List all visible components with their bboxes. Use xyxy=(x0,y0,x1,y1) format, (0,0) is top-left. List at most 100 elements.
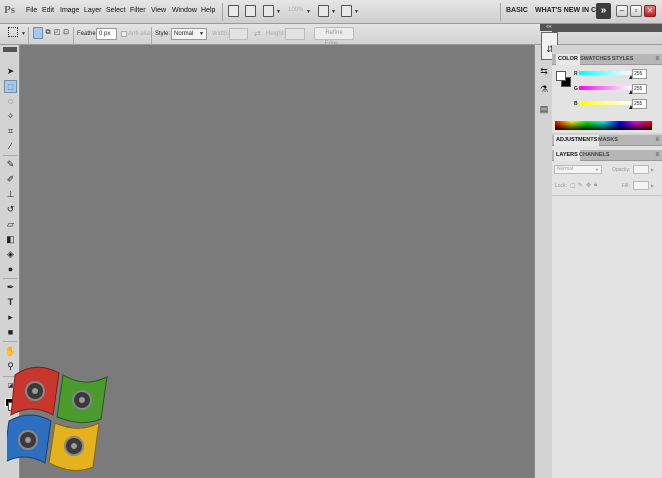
lock-pixels-icon[interactable]: ✎ xyxy=(578,182,583,189)
tab-swatches[interactable]: SWATCHES xyxy=(578,54,613,65)
chevron-down-icon[interactable]: ▼ xyxy=(276,9,281,15)
lock-transparent-icon[interactable]: ▢ xyxy=(570,182,576,189)
anti-alias-checkbox[interactable] xyxy=(121,31,127,37)
hand-tool-icon[interactable]: ✋ xyxy=(4,345,17,358)
intersect-selection-icon[interactable]: ⊡ xyxy=(61,27,71,39)
tab-adjustments[interactable]: ADJUSTMENTS xyxy=(554,135,600,146)
dodge-tool-icon[interactable]: ● xyxy=(4,263,17,276)
menu-edit[interactable]: Edit xyxy=(42,7,54,14)
menu-file[interactable]: File xyxy=(26,7,37,14)
workspace-more-button[interactable]: » xyxy=(596,3,611,19)
restore-button[interactable]: ▫ xyxy=(630,5,642,17)
opacity-input[interactable] xyxy=(633,165,649,174)
tab-masks[interactable]: MASKS xyxy=(596,135,620,146)
opacity-label: Opacity: xyxy=(612,167,631,173)
arrange-documents-icon[interactable] xyxy=(318,5,329,17)
tab-color[interactable]: COLOR xyxy=(556,54,580,65)
menu-image[interactable]: Image xyxy=(60,7,79,14)
crop-tool-icon[interactable]: ⌗ xyxy=(4,125,17,138)
photoshop-logo: Ps xyxy=(4,4,15,16)
clone-stamp-tool-icon[interactable]: ⊥ xyxy=(4,188,17,201)
history-panel-icon[interactable]: ⇆ xyxy=(538,65,550,77)
notes-panel-icon[interactable]: ▤ xyxy=(538,103,550,115)
new-selection-icon[interactable] xyxy=(33,27,43,39)
lock-all-icon[interactable]: 🔒︎ xyxy=(594,182,597,189)
chevron-down-icon[interactable]: ▼ xyxy=(21,31,26,37)
pen-tool-icon[interactable]: ✒ xyxy=(4,281,17,294)
panel-menu-icon[interactable]: ≡ xyxy=(655,56,659,63)
height-input[interactable] xyxy=(285,28,305,40)
tool-preset-icon[interactable] xyxy=(8,27,18,37)
chevron-right-icon[interactable]: ▶ xyxy=(651,167,654,172)
lasso-tool-icon[interactable]: ◌ xyxy=(4,95,17,108)
menu-bar: Ps File Edit Image Layer Select Filter V… xyxy=(0,0,662,24)
style-select[interactable]: Normal ▼ xyxy=(171,28,207,40)
divider xyxy=(552,195,662,196)
tab-layers[interactable]: LAYERS xyxy=(554,150,580,161)
zoom-level[interactable]: 100% xyxy=(288,7,303,13)
eyedropper-tool-icon[interactable]: ⁄ xyxy=(4,140,17,153)
mini-bridge-icon[interactable] xyxy=(245,5,256,17)
launch-bridge-icon[interactable] xyxy=(228,5,239,17)
style-select-value: Normal xyxy=(174,31,194,37)
menu-select[interactable]: Select xyxy=(106,7,125,14)
menu-window[interactable]: Window xyxy=(172,7,197,14)
gradient-tool-icon[interactable]: ◧ xyxy=(4,233,17,246)
menu-filter[interactable]: Filter xyxy=(130,7,146,14)
fill-input[interactable] xyxy=(633,181,649,190)
refine-edge-button[interactable]: Refine Edge... xyxy=(314,27,354,47)
chevron-right-icon[interactable]: ▶ xyxy=(651,183,654,188)
channel-b-slider[interactable] xyxy=(579,101,631,105)
chevron-down-icon[interactable]: ▼ xyxy=(331,9,336,15)
width-label: Width: xyxy=(212,31,230,37)
panel-menu-icon[interactable]: ≡ xyxy=(655,137,659,144)
type-tool-icon[interactable]: T xyxy=(4,296,17,309)
color-spectrum-bar[interactable] xyxy=(555,121,652,130)
menu-layer[interactable]: Layer xyxy=(84,7,102,14)
menu-help[interactable]: Help xyxy=(201,7,215,14)
workspace-whats-new[interactable]: WHAT'S NEW IN CS5 xyxy=(535,7,605,14)
width-input[interactable] xyxy=(229,28,248,40)
color-panel-tabs: COLOR SWATCHES STYLES ≡ xyxy=(552,54,662,65)
tools-panel-header[interactable] xyxy=(3,47,17,52)
blend-mode-select[interactable]: Normal ▼ xyxy=(554,165,602,174)
channel-g-input[interactable]: 255 xyxy=(632,84,647,94)
channel-r-input[interactable]: 255 xyxy=(632,69,647,79)
view-extras-icon[interactable] xyxy=(263,5,274,17)
lock-position-icon[interactable]: ✥ xyxy=(586,182,591,189)
chevron-down-icon[interactable]: ▼ xyxy=(354,9,359,15)
minimize-button[interactable]: – xyxy=(616,5,628,17)
brush-tool-icon[interactable]: ✐ xyxy=(4,173,17,186)
close-button[interactable]: ✕ xyxy=(644,5,656,17)
channel-r-slider[interactable] xyxy=(579,71,631,75)
rectangle-tool-icon[interactable]: ■ xyxy=(4,326,17,339)
feather-input[interactable]: 0 px xyxy=(96,28,117,40)
spot-healing-tool-icon[interactable]: ✎ xyxy=(4,158,17,171)
move-tool-icon[interactable]: ➤ xyxy=(4,65,17,78)
swap-dimensions-icon[interactable]: ⇄ xyxy=(254,29,261,38)
path-selection-tool-icon[interactable]: ▸ xyxy=(4,311,17,324)
foreground-color-swatch[interactable] xyxy=(556,71,566,81)
blur-tool-icon[interactable]: ◈ xyxy=(4,248,17,261)
workspace-basic[interactable]: BASIC xyxy=(506,7,528,14)
quick-selection-tool-icon[interactable]: ✧ xyxy=(4,110,17,123)
eraser-tool-icon[interactable]: ▱ xyxy=(4,218,17,231)
tab-channels[interactable]: CHANNELS xyxy=(577,150,612,161)
document-area[interactable] xyxy=(7,45,534,478)
chevron-down-icon: ▼ xyxy=(199,31,204,37)
panel-menu-icon[interactable]: ≡ xyxy=(655,152,659,159)
channel-r-label: R xyxy=(574,71,578,77)
tab-styles[interactable]: STYLES xyxy=(610,54,635,65)
screen-mode-icon[interactable] xyxy=(341,5,352,17)
channel-b-input[interactable]: 255 xyxy=(632,99,647,109)
color-panel-body: R 255 G 255 B 255 xyxy=(552,65,662,133)
panels-header[interactable] xyxy=(552,24,662,32)
channel-g-label: G xyxy=(574,86,578,92)
chevron-down-icon[interactable]: ▼ xyxy=(306,9,311,15)
menu-view[interactable]: View xyxy=(151,7,166,14)
channel-g-slider[interactable] xyxy=(579,86,631,90)
marquee-tool-icon[interactable]: ⬚ xyxy=(4,80,17,93)
panels-column: COLOR SWATCHES STYLES ≡ R 255 G 255 B 25… xyxy=(552,45,662,478)
actions-panel-icon[interactable]: ⚗ xyxy=(538,83,550,95)
history-brush-tool-icon[interactable]: ↺ xyxy=(4,203,17,216)
